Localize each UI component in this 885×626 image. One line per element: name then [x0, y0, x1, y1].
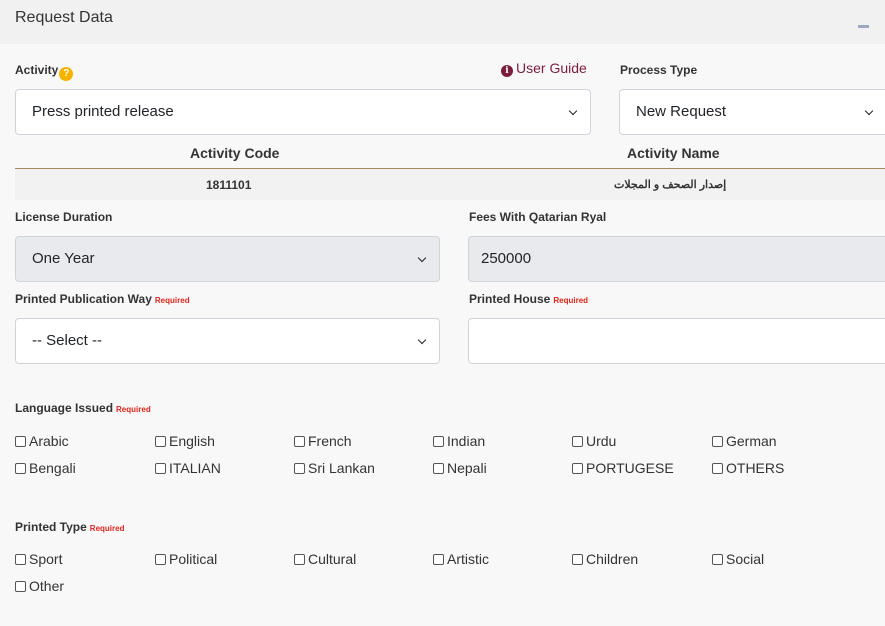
checkbox-urdu[interactable]: Urdu: [572, 433, 616, 449]
chevron-down-icon: [418, 237, 428, 281]
checkbox-political[interactable]: Political: [155, 551, 217, 567]
checkbox-box[interactable]: [15, 463, 26, 474]
checkbox-english[interactable]: English: [155, 433, 215, 449]
checkbox-box[interactable]: [155, 463, 166, 474]
checkbox-box[interactable]: [433, 554, 444, 565]
user-guide-link[interactable]: i User Guide: [501, 60, 587, 77]
checkbox-children[interactable]: Children: [572, 551, 638, 567]
checkbox-other[interactable]: Other: [15, 578, 64, 594]
license-duration-value: One Year: [32, 250, 95, 267]
printed-type-label: Printed Type Required: [15, 520, 125, 534]
language-issued-label: Language Issued Required: [15, 401, 151, 415]
checkbox-social[interactable]: Social: [712, 551, 764, 567]
table-header-activity-code: Activity Code: [190, 145, 280, 161]
activity-label: Activity?: [15, 63, 74, 81]
process-type-select[interactable]: New Request: [619, 89, 885, 135]
checkbox-box[interactable]: [712, 436, 723, 447]
panel-header: Request Data: [0, 0, 885, 44]
checkbox-artistic[interactable]: Artistic: [433, 551, 489, 567]
checkbox-box[interactable]: [712, 554, 723, 565]
checkbox-bengali[interactable]: Bengali: [15, 460, 76, 476]
process-type-label: Process Type: [620, 63, 698, 77]
checkbox-arabic[interactable]: Arabic: [15, 433, 69, 449]
checkbox-box[interactable]: [15, 554, 26, 565]
required-badge: Required: [553, 296, 589, 305]
chevron-down-icon: [418, 319, 428, 363]
fees-value: 250000: [481, 250, 532, 267]
checkbox-german[interactable]: German: [712, 433, 777, 449]
checkbox-french[interactable]: French: [294, 433, 352, 449]
license-duration-label: License Duration: [15, 210, 113, 224]
checkbox-box[interactable]: [155, 554, 166, 565]
publication-way-label: Printed Publication Way Required: [15, 292, 190, 306]
chevron-down-icon: [865, 90, 875, 134]
checkbox-box[interactable]: [572, 554, 583, 565]
license-duration-select[interactable]: One Year: [15, 236, 440, 282]
checkbox-box[interactable]: [712, 463, 723, 474]
chevron-down-icon: [569, 90, 579, 134]
activity-select-value: Press printed release: [32, 103, 174, 120]
printed-house-field[interactable]: [468, 318, 885, 364]
printed-house-label: Printed House Required: [469, 292, 589, 306]
collapse-icon[interactable]: [858, 25, 869, 28]
info-icon: i: [501, 65, 513, 77]
checkbox-box[interactable]: [155, 436, 166, 447]
checkbox-box[interactable]: [433, 463, 444, 474]
required-badge: Required: [89, 524, 125, 533]
checkbox-portugese[interactable]: PORTUGESE: [572, 460, 674, 476]
required-badge: Required: [116, 405, 151, 414]
checkbox-sport[interactable]: Sport: [15, 551, 62, 567]
checkbox-others[interactable]: OTHERS: [712, 460, 784, 476]
fees-field[interactable]: 250000: [468, 236, 885, 282]
checkbox-box[interactable]: [15, 436, 26, 447]
process-type-select-value: New Request: [636, 103, 727, 120]
checkbox-indian[interactable]: Indian: [433, 433, 485, 449]
help-icon[interactable]: ?: [59, 67, 74, 81]
checkbox-box[interactable]: [572, 436, 583, 447]
checkbox-box[interactable]: [15, 581, 26, 592]
publication-way-select[interactable]: -- Select --: [15, 318, 440, 364]
publication-way-value: -- Select --: [32, 332, 103, 349]
checkbox-sri-lankan[interactable]: Sri Lankan: [294, 460, 375, 476]
fees-label: Fees With Qatarian Ryal: [469, 210, 607, 224]
checkbox-box[interactable]: [294, 554, 305, 565]
activity-select[interactable]: Press printed release: [15, 89, 591, 135]
checkbox-nepali[interactable]: Nepali: [433, 460, 487, 476]
required-badge: Required: [154, 296, 190, 305]
checkbox-box[interactable]: [572, 463, 583, 474]
checkbox-cultural[interactable]: Cultural: [294, 551, 356, 567]
table-header-activity-name: Activity Name: [627, 145, 720, 161]
table-cell-activity-name: إصدار الصحف و المجلات: [614, 179, 727, 191]
checkbox-box[interactable]: [294, 436, 305, 447]
table-cell-activity-code: 1811101: [206, 178, 252, 192]
panel-title: Request Data: [15, 9, 113, 26]
checkbox-italian[interactable]: ITALIAN: [155, 460, 221, 476]
table-row: [15, 169, 885, 200]
checkbox-box[interactable]: [294, 463, 305, 474]
checkbox-box[interactable]: [433, 436, 444, 447]
